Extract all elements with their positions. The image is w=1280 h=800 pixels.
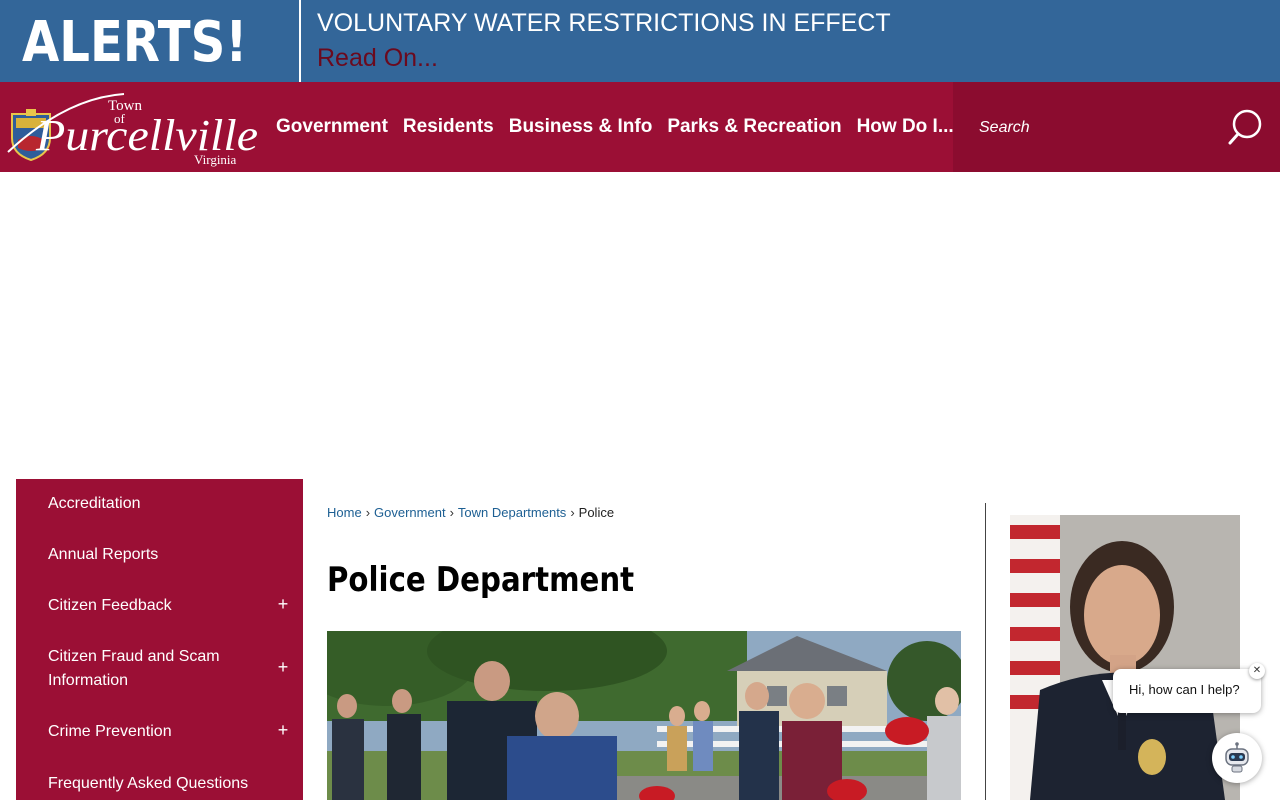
chat-greeting-bubble[interactable]: Hi, how can I help? bbox=[1113, 669, 1261, 713]
side-item-faq[interactable]: Frequently Asked Questions bbox=[16, 772, 303, 798]
breadcrumb: Home › Government › Town Departments › Police bbox=[327, 504, 614, 522]
nav-parks-recreation[interactable]: Parks & Recreation bbox=[667, 82, 841, 172]
banner-area bbox=[0, 172, 1280, 472]
side-item-label: Accreditation bbox=[48, 495, 141, 512]
side-item-label: Frequently Asked Questions bbox=[48, 775, 249, 792]
close-icon[interactable]: ✕ bbox=[1249, 663, 1265, 679]
alert-label: ALERTS! bbox=[22, 10, 248, 75]
expand-icon[interactable]: + bbox=[276, 592, 290, 616]
search-icon[interactable] bbox=[1227, 108, 1263, 146]
main-nav: Government Residents Business & Info Par… bbox=[276, 82, 969, 172]
side-item-label: Citizen Fraud and Scam Information bbox=[48, 648, 220, 689]
alert-read-on-link[interactable]: Read On... bbox=[317, 42, 438, 74]
side-item-annual-reports[interactable]: Annual Reports bbox=[16, 543, 303, 569]
nav-government[interactable]: Government bbox=[276, 82, 388, 172]
police-event-photo bbox=[327, 631, 961, 800]
breadcrumb-separator: › bbox=[449, 505, 454, 520]
breadcrumb-town-departments[interactable]: Town Departments bbox=[458, 505, 566, 520]
side-item-citizen-feedback[interactable]: Citizen Feedback + bbox=[16, 594, 303, 620]
expand-icon[interactable]: + bbox=[276, 655, 290, 679]
side-item-label: Citizen Feedback bbox=[48, 597, 172, 614]
town-logo[interactable]: Town of Purcellville Virginia bbox=[6, 88, 262, 168]
side-item-crime-prevention[interactable]: Crime Prevention + bbox=[16, 720, 303, 746]
breadcrumb-government[interactable]: Government bbox=[374, 505, 446, 520]
breadcrumb-current: Police bbox=[578, 505, 615, 520]
side-nav: Accreditation Annual Reports Citizen Fee… bbox=[16, 479, 303, 800]
search-box bbox=[953, 82, 1280, 172]
breadcrumb-separator: › bbox=[570, 505, 575, 520]
breadcrumb-home[interactable]: Home bbox=[327, 505, 362, 520]
nav-business-info[interactable]: Business & Info bbox=[509, 82, 653, 172]
search-input[interactable] bbox=[977, 111, 1221, 145]
police-chief-photo bbox=[1010, 515, 1240, 800]
chat-launcher-button[interactable] bbox=[1212, 733, 1262, 783]
side-item-citizen-fraud[interactable]: Citizen Fraud and Scam Information + bbox=[16, 645, 303, 695]
logo-state: Virginia bbox=[194, 152, 237, 167]
expand-icon[interactable]: + bbox=[276, 718, 290, 742]
site-header: Town of Purcellville Virginia Government… bbox=[0, 82, 1280, 172]
page-title: Police Department bbox=[327, 560, 635, 600]
alert-title[interactable]: VOLUNTARY WATER RESTRICTIONS IN EFFECT bbox=[317, 8, 891, 38]
side-item-accreditation[interactable]: Accreditation bbox=[16, 492, 303, 518]
side-item-label: Annual Reports bbox=[48, 546, 159, 563]
alert-divider bbox=[299, 0, 301, 82]
side-item-label: Crime Prevention bbox=[48, 723, 172, 740]
chatbot-icon bbox=[1225, 742, 1249, 773]
nav-residents[interactable]: Residents bbox=[403, 82, 494, 172]
chat-greeting-text: Hi, how can I help? bbox=[1129, 682, 1240, 697]
content-divider bbox=[985, 503, 986, 800]
breadcrumb-separator: › bbox=[365, 505, 371, 520]
alert-bar: ALERTS! VOLUNTARY WATER RESTRICTIONS IN … bbox=[0, 0, 1280, 82]
nav-how-do-i[interactable]: How Do I... bbox=[857, 82, 954, 172]
